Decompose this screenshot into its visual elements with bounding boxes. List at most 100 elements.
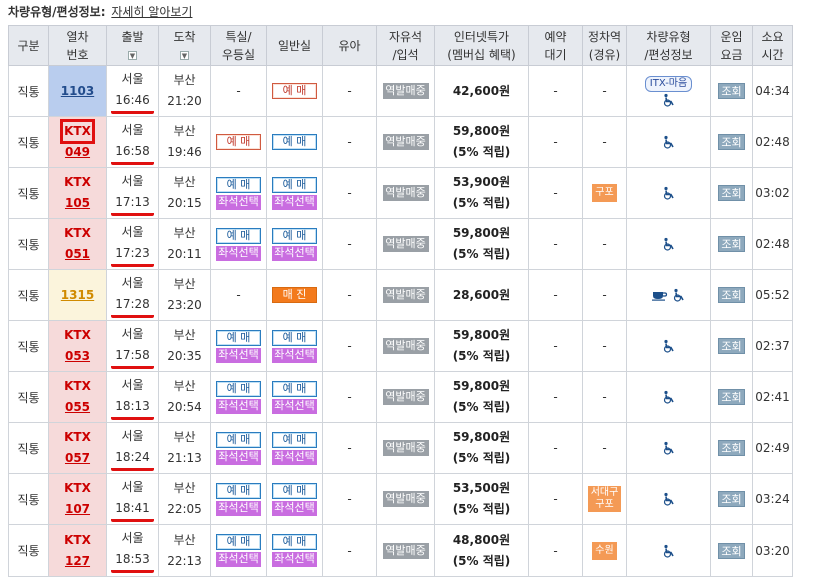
train-number[interactable]: 055 [65, 400, 90, 414]
car-type-cell [626, 218, 711, 270]
book-button[interactable]: 예 매 [216, 227, 261, 244]
train-number[interactable]: 107 [65, 502, 90, 516]
car-info-bar: 차량유형/편성정보: 자세히 알아보기 [0, 0, 822, 24]
seat-select-button[interactable]: 좌석선택 [272, 245, 317, 261]
seat-select-button[interactable]: 좌석선택 [272, 347, 317, 363]
train-type-label: KTX [64, 481, 91, 495]
station-sale-badge: 역발매중 [382, 287, 429, 303]
train-number[interactable]: 1315 [61, 288, 94, 302]
lookup-button[interactable]: 조회 [718, 134, 745, 150]
book-button[interactable]: 예 매 [272, 176, 317, 193]
book-button[interactable]: 예 매 [272, 431, 317, 448]
train-number-cell[interactable]: KTX 055 [48, 371, 107, 423]
train-number[interactable]: 057 [65, 451, 90, 465]
train-number[interactable]: 1103 [61, 84, 94, 98]
seat-select-button[interactable]: 좌석선택 [216, 194, 261, 210]
col-fare: 운임 요금 [710, 25, 753, 66]
train-number-cell[interactable]: KTX 051 [48, 218, 107, 270]
book-button[interactable]: 예 매 [272, 329, 317, 346]
fare-cell: 조회 [710, 371, 753, 423]
train-number-cell[interactable]: KTX 053 [48, 320, 107, 372]
train-number-cell[interactable]: 1315 [48, 269, 107, 321]
departure-cell: 서울 17:23 [106, 218, 159, 270]
price: 59,800원 [452, 226, 511, 240]
seat-select-button[interactable]: 좌석선택 [272, 398, 317, 414]
lookup-button[interactable]: 조회 [718, 287, 745, 303]
seat-select-button[interactable]: 좌석선택 [272, 500, 317, 516]
points: (5% 적립) [452, 502, 511, 516]
book-button[interactable]: 예 매 [272, 227, 317, 244]
train-number-cell[interactable]: KTX 107 [48, 473, 107, 525]
seat-select-button[interactable]: 좌석선택 [216, 552, 261, 567]
wheelchair-icon [662, 135, 676, 149]
station-sale-badge: 역발매중 [382, 338, 429, 354]
dash: - [602, 237, 607, 251]
stops-cell: - [582, 422, 627, 474]
train-number-cell[interactable]: KTX 127 [48, 524, 107, 577]
train-number[interactable]: 051 [65, 247, 90, 261]
book-button[interactable]: 예 매 [272, 380, 317, 397]
lookup-button[interactable]: 조회 [718, 338, 745, 354]
free-seat-cell: 역발매중 [376, 65, 435, 117]
book-button[interactable]: 예 매 [216, 134, 261, 150]
arrival-cell: 부산 20:15 [158, 167, 211, 219]
via-station-badge[interactable]: 구포 [592, 184, 617, 202]
col-arrival[interactable]: 도착 ▼ [158, 25, 211, 66]
col-net-price: 인터넷특가 (멤버십 혜택) [434, 25, 529, 66]
wheelchair-icon [672, 288, 686, 302]
seat-select-button[interactable]: 좌석선택 [216, 347, 261, 363]
book-button[interactable]: 예 매 [272, 534, 317, 550]
book-button[interactable]: 예 매 [216, 482, 261, 499]
book-button[interactable]: 예 매 [272, 482, 317, 499]
col-departure[interactable]: 출발 ▼ [106, 25, 159, 66]
details-link[interactable]: 자세히 알아보기 [111, 5, 192, 19]
via-station-badge[interactable]: 수원 [592, 541, 617, 560]
train-number[interactable]: 105 [65, 196, 90, 210]
train-number-cell[interactable]: 1103 [48, 65, 107, 117]
table-row: 직통 KTX 053 서울 17:58 부산 20:35 예 매 좌석선택 예 매 좌석선… [8, 320, 793, 372]
seat-select-button[interactable]: 좌석선택 [272, 449, 317, 465]
table-row: 직통 1315 서울 17:28 부산 23:20 - 매 진 - 역발매중 28,… [8, 269, 793, 321]
book-button[interactable]: 예 매 [216, 380, 261, 397]
book-button[interactable]: 예 매 [216, 431, 261, 448]
book-button[interactable]: 예 매 [272, 134, 317, 150]
lookup-button[interactable]: 조회 [718, 389, 745, 405]
lookup-button[interactable]: 조회 [718, 185, 745, 201]
book-button[interactable]: 예 매 [216, 176, 261, 193]
train-number-cell[interactable]: KTX 057 [48, 422, 107, 474]
seat-select-button[interactable]: 좌석선택 [216, 500, 261, 516]
sort-down-icon[interactable]: ▼ [180, 50, 189, 60]
book-button[interactable]: 예 매 [216, 329, 261, 346]
seat-select-button[interactable]: 좌석선택 [216, 449, 261, 465]
train-number[interactable]: 053 [65, 349, 90, 363]
lookup-button[interactable]: 조회 [718, 491, 745, 507]
arrival-time: 23:20 [167, 298, 202, 312]
first-class-cell: 예 매 좌석선택 [210, 320, 267, 372]
via-station-badge[interactable]: 서대구 구포 [587, 486, 622, 512]
station-sale-badge: 역발매중 [382, 236, 429, 252]
train-number[interactable]: 049 [65, 145, 90, 159]
lookup-button[interactable]: 조회 [718, 83, 745, 99]
lookup-button[interactable]: 조회 [718, 542, 745, 559]
table-row: 직통 KTX 051 서울 17:23 부산 20:11 예 매 좌석선택 예 매 좌석선… [8, 218, 793, 270]
general-cell: 예 매 [266, 65, 323, 117]
book-button[interactable]: 예 매 [216, 534, 261, 550]
sold-out-button[interactable]: 매 진 [272, 287, 317, 303]
lookup-button[interactable]: 조회 [718, 236, 745, 252]
route-kind: 직통 [8, 371, 49, 423]
arrival-cell: 부산 23:20 [158, 269, 211, 321]
dash: - [602, 390, 607, 404]
fare-cell: 조회 [710, 65, 753, 117]
train-number-cell[interactable]: KTX 105 [48, 167, 107, 219]
train-number-cell[interactable]: KTX 049 [48, 116, 107, 168]
seat-select-button[interactable]: 좌석선택 [216, 398, 261, 414]
lookup-button[interactable]: 조회 [718, 440, 745, 456]
book-button[interactable]: 예 매 [272, 83, 317, 99]
departure-cell: 서울 18:53 [106, 524, 159, 577]
seat-select-button[interactable]: 좌석선택 [272, 552, 317, 567]
infant-cell: - [322, 65, 377, 117]
train-number[interactable]: 127 [65, 554, 90, 568]
seat-select-button[interactable]: 좌석선택 [272, 194, 317, 210]
seat-select-button[interactable]: 좌석선택 [216, 245, 261, 261]
sort-down-icon[interactable]: ▼ [128, 50, 137, 60]
